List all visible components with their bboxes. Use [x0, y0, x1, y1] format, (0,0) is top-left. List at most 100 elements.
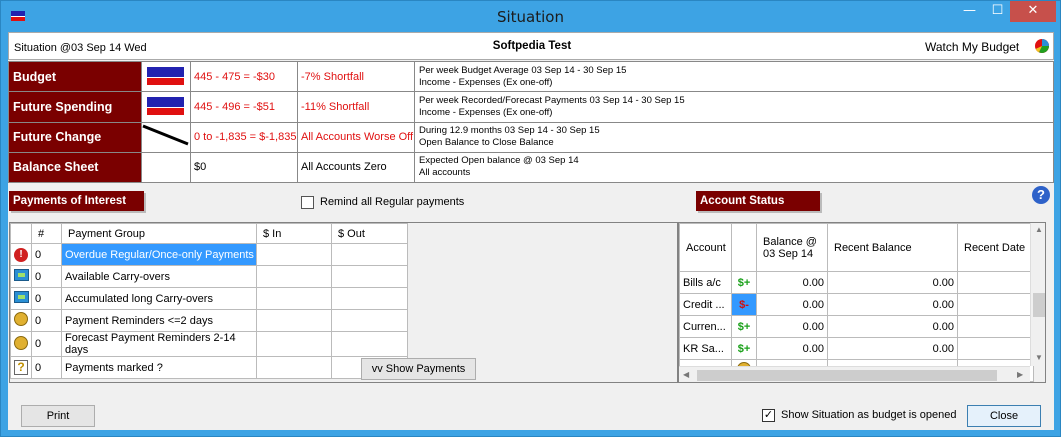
out-cell [331, 265, 408, 288]
table-row[interactable]: 0 Payment Reminders <=2 days [10, 309, 408, 332]
recent-balance-cell: 0.00 [827, 315, 958, 338]
close-window-button[interactable]: ✕ [1010, 1, 1056, 22]
alarm-clock-icon [10, 309, 32, 332]
table-row[interactable]: 0 Accumulated long Carry-overs [10, 287, 408, 310]
summary-row-balance-sheet: Balance Sheet $0 All Accounts Zero Expec… [8, 151, 1054, 184]
column-header-in[interactable]: $ In [256, 223, 332, 244]
budget-status: -7% Shortfall [297, 60, 415, 93]
future-spending-flag-icon [141, 91, 191, 123]
watch-my-budget-link[interactable]: Watch My Budget [925, 40, 1019, 54]
column-header-balance[interactable]: Balance @ 03 Sep 14 [756, 223, 828, 272]
balance-cell: 0.00 [756, 315, 828, 338]
account-name[interactable]: Bills a/c [679, 271, 732, 294]
question-doc-icon: ? [10, 356, 32, 379]
group-cell[interactable]: Available Carry-overs [61, 265, 257, 288]
count-cell: 0 [31, 265, 62, 288]
account-row[interactable]: Bills a/c $+ 0.00 0.00 [679, 271, 1034, 294]
table-row[interactable]: 0 Forecast Payment Reminders 2-14 days [10, 331, 408, 357]
alarm-clock-icon [10, 331, 32, 357]
show-payments-button[interactable]: vv Show Payments [361, 358, 476, 380]
balance-sheet-description: Expected Open balance @ 03 Sep 14 All ac… [414, 151, 1054, 184]
maximize-button[interactable]: ☐ [984, 1, 1011, 22]
title-bar[interactable]: Situation — ☐ ✕ [1, 1, 1060, 32]
print-button[interactable]: Print [21, 405, 95, 427]
group-cell[interactable]: Payment Reminders <=2 days [61, 309, 257, 332]
column-header-recent-date[interactable]: Recent Date [957, 223, 1034, 272]
row-label: Future Spending [8, 91, 142, 123]
account-status-header: Account Status [696, 191, 820, 211]
show-situation-checkbox[interactable]: ✓ [762, 409, 775, 422]
future-change-description: During 12.9 months 03 Sep 14 - 30 Sep 15… [414, 121, 1054, 153]
account-name[interactable]: Curren... [679, 315, 732, 338]
column-header-flag [731, 223, 757, 272]
dollar-plus-icon: $+ [731, 315, 757, 338]
scroll-thumb[interactable] [697, 370, 997, 381]
accounts-header-row: Account Balance @ 03 Sep 14 Recent Balan… [679, 223, 1034, 272]
column-header-group[interactable]: Payment Group [61, 223, 257, 244]
dollar-plus-icon: $+ [731, 271, 757, 294]
table-row[interactable]: 0 Available Carry-overs [10, 265, 408, 288]
scroll-up-icon[interactable]: ▲ [1035, 225, 1043, 234]
accounts-vertical-scrollbar[interactable]: ▲ ▼ [1030, 223, 1045, 366]
account-name[interactable]: Credit ... [679, 293, 732, 316]
scroll-thumb[interactable] [1033, 293, 1045, 317]
close-button[interactable]: Close [967, 405, 1041, 427]
scroll-left-icon[interactable]: ◀ [683, 370, 689, 379]
accounts-horizontal-scrollbar[interactable]: ◀ ▶ [679, 366, 1030, 382]
desc-line: Per week Recorded/Forecast Payments 03 S… [419, 94, 685, 106]
payments-grid[interactable]: # Payment Group $ In $ Out ! 0 Overdue R… [9, 222, 678, 383]
account-row[interactable]: Curren... $+ 0.00 0.00 [679, 315, 1034, 338]
group-cell[interactable]: Payments marked ? [61, 356, 257, 379]
recent-balance-cell: 0.00 [827, 337, 958, 360]
column-header-account[interactable]: Account [679, 223, 732, 272]
pie-chart-icon[interactable] [1034, 38, 1050, 54]
in-cell [256, 309, 332, 332]
minimize-button[interactable]: — [956, 1, 983, 22]
summary-row-budget: Budget 445 - 475 = -$30 -7% Shortfall Pe… [8, 60, 1054, 93]
help-icon[interactable]: ? [1032, 186, 1050, 204]
remind-regular-payments-label[interactable]: Remind all Regular payments [320, 196, 464, 208]
table-row[interactable]: ? 0 Payments marked ? [10, 356, 408, 379]
desc-line: Open Balance to Close Balance [419, 137, 554, 149]
out-cell [331, 331, 408, 357]
account-status-grid[interactable]: Account Balance @ 03 Sep 14 Recent Balan… [678, 222, 1046, 383]
table-row[interactable]: ! 0 Overdue Regular/Once-only Payments [10, 243, 408, 266]
scroll-right-icon[interactable]: ▶ [1017, 370, 1023, 379]
recent-date-cell [957, 337, 1034, 360]
desc-line: During 12.9 months 03 Sep 14 - 30 Sep 15 [419, 125, 600, 137]
remind-regular-payments-checkbox[interactable] [301, 196, 314, 209]
balance-sheet-calc: $0 [190, 151, 298, 184]
count-cell: 0 [31, 287, 62, 310]
column-header-num[interactable]: # [31, 223, 62, 244]
budget-flag-icon [141, 60, 191, 93]
balance-cell: 0.00 [756, 337, 828, 360]
recent-date-cell [957, 293, 1034, 316]
future-spending-description: Per week Recorded/Forecast Payments 03 S… [414, 91, 1054, 123]
group-cell[interactable]: Accumulated long Carry-overs [61, 287, 257, 310]
recent-date-cell [957, 315, 1034, 338]
future-spending-status: -11% Shortfall [297, 91, 415, 123]
account-row[interactable]: KR Sa... $+ 0.00 0.00 [679, 337, 1034, 360]
in-cell [256, 243, 332, 266]
desc-line: Per week Budget Average 03 Sep 14 - 30 S… [419, 64, 627, 76]
column-header-recent-balance[interactable]: Recent Balance [827, 223, 958, 272]
payments-of-interest-header: Payments of Interest [9, 191, 144, 211]
trend-down-icon [141, 121, 191, 153]
account-status-table: Account Balance @ 03 Sep 14 Recent Balan… [679, 223, 1034, 382]
out-cell [331, 243, 408, 266]
show-situation-label[interactable]: Show Situation as budget is opened [781, 409, 957, 421]
account-row[interactable]: Credit ... $- 0.00 0.00 [679, 293, 1034, 316]
in-cell [256, 331, 332, 357]
count-cell: 0 [31, 243, 62, 266]
count-cell: 0 [31, 331, 62, 357]
column-header-out[interactable]: $ Out [331, 223, 408, 244]
in-cell [256, 265, 332, 288]
in-cell [256, 356, 332, 379]
recent-balance-cell: 0.00 [827, 271, 958, 294]
future-change-calc: 0 to -1,835 = $-1,835 [190, 121, 298, 153]
group-cell[interactable]: Forecast Payment Reminders 2-14 days [61, 331, 257, 357]
account-name[interactable]: KR Sa... [679, 337, 732, 360]
scroll-down-icon[interactable]: ▼ [1035, 353, 1043, 362]
dollar-minus-icon: $- [731, 293, 757, 316]
group-cell[interactable]: Overdue Regular/Once-only Payments [61, 243, 257, 266]
